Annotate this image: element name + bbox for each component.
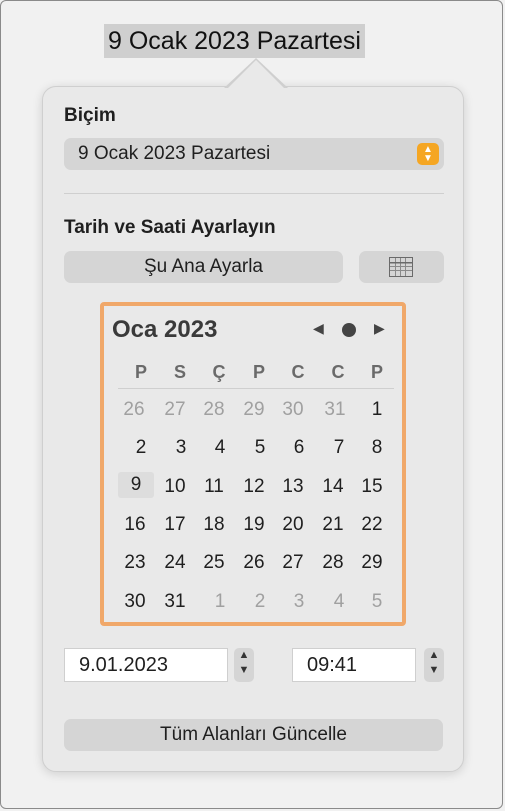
calendar-day[interactable]: 19: [237, 512, 271, 538]
calendar-day-selected[interactable]: 9: [118, 472, 154, 498]
divider: [64, 193, 444, 194]
calendar-day[interactable]: 11: [197, 474, 231, 500]
calendar-toggle-button[interactable]: [359, 251, 444, 283]
calendar-day[interactable]: 26: [237, 550, 271, 576]
calendar-day[interactable]: 25: [197, 550, 231, 576]
calendar-day[interactable]: 5: [360, 589, 394, 615]
weekday-divider: [118, 388, 394, 389]
time-field[interactable]: 09:41: [292, 648, 416, 682]
chevron-down-icon[interactable]: ▼: [424, 663, 444, 678]
popup-chevron-icon: ▲ ▼: [417, 143, 439, 165]
time-stepper[interactable]: ▲ ▼: [424, 648, 444, 682]
calendar-day[interactable]: 29: [237, 397, 271, 423]
format-popup[interactable]: 9 Ocak 2023 Pazartesi ▲ ▼: [64, 138, 444, 170]
calendar-day[interactable]: 3: [282, 589, 316, 615]
popover-arrow: [228, 60, 284, 88]
calendar-day[interactable]: 1: [360, 397, 394, 423]
calendar-day[interactable]: 18: [197, 512, 231, 538]
calendar-day[interactable]: 26: [117, 397, 151, 423]
chevron-up-icon[interactable]: ▲: [424, 648, 444, 663]
calendar-day[interactable]: 14: [316, 474, 350, 500]
format-popup-value: 9 Ocak 2023 Pazartesi: [78, 143, 271, 164]
calendar-day[interactable]: 20: [276, 512, 310, 538]
calendar-day[interactable]: 3: [164, 435, 198, 461]
calendar-day[interactable]: 21: [316, 512, 350, 538]
calendar-day[interactable]: 15: [355, 474, 389, 500]
calendar-day[interactable]: 17: [158, 512, 192, 538]
calendar-day[interactable]: 31: [158, 589, 192, 615]
calendar-panel: [100, 302, 406, 626]
calendar-day[interactable]: 16: [118, 512, 152, 538]
weekday-label: C: [331, 362, 345, 382]
update-all-fields-button[interactable]: Tüm Alanları Güncelle: [64, 719, 443, 751]
calendar-day[interactable]: 27: [276, 550, 310, 576]
next-month-icon[interactable]: ▶: [374, 320, 385, 337]
weekday-label: P: [134, 362, 147, 382]
set-now-button[interactable]: Şu Ana Ayarla: [64, 251, 343, 283]
date-stepper[interactable]: ▲ ▼: [234, 648, 254, 682]
calendar-day[interactable]: 6: [282, 435, 316, 461]
weekday-label: Ç: [212, 362, 226, 382]
calendar-month-label: Oca 2023: [112, 316, 218, 343]
chevron-down-icon[interactable]: ▼: [234, 663, 254, 678]
calendar-day[interactable]: 2: [124, 435, 158, 461]
calendar-day[interactable]: 24: [158, 550, 192, 576]
calendar-day[interactable]: 22: [355, 512, 389, 538]
calendar-icon: [389, 257, 413, 277]
calendar-day[interactable]: 29: [355, 550, 389, 576]
chevron-up-icon[interactable]: ▲: [234, 648, 254, 663]
weekday-label: C: [291, 362, 305, 382]
calendar-day[interactable]: 10: [158, 474, 192, 500]
calendar-day[interactable]: 31: [318, 397, 352, 423]
calendar-day[interactable]: 4: [322, 589, 356, 615]
calendar-day[interactable]: 8: [360, 435, 394, 461]
calendar-day[interactable]: 7: [322, 435, 356, 461]
date-field[interactable]: 9.01.2023: [64, 648, 228, 682]
calendar-day[interactable]: 28: [316, 550, 350, 576]
today-dot-icon[interactable]: [342, 323, 356, 337]
calendar-day[interactable]: 1: [203, 589, 237, 615]
calendar-day[interactable]: 13: [276, 474, 310, 500]
format-label: Biçim: [64, 105, 116, 126]
calendar-day[interactable]: 23: [118, 550, 152, 576]
calendar-day[interactable]: 2: [243, 589, 277, 615]
calendar-day[interactable]: 12: [237, 474, 271, 500]
selected-date-text[interactable]: 9 Ocak 2023 Pazartesi: [104, 24, 365, 58]
calendar-day[interactable]: 5: [243, 435, 277, 461]
weekday-label: P: [252, 362, 265, 382]
previous-month-icon[interactable]: ◀: [313, 320, 324, 337]
calendar-day[interactable]: 27: [158, 397, 192, 423]
calendar-day[interactable]: 28: [197, 397, 231, 423]
weekday-label: S: [173, 362, 186, 382]
calendar-day[interactable]: 30: [276, 397, 310, 423]
calendar-day[interactable]: 30: [118, 589, 152, 615]
calendar-day[interactable]: 4: [203, 435, 237, 461]
set-date-time-label: Tarih ve Saati Ayarlayın: [64, 217, 276, 238]
weekday-label: P: [370, 362, 383, 382]
